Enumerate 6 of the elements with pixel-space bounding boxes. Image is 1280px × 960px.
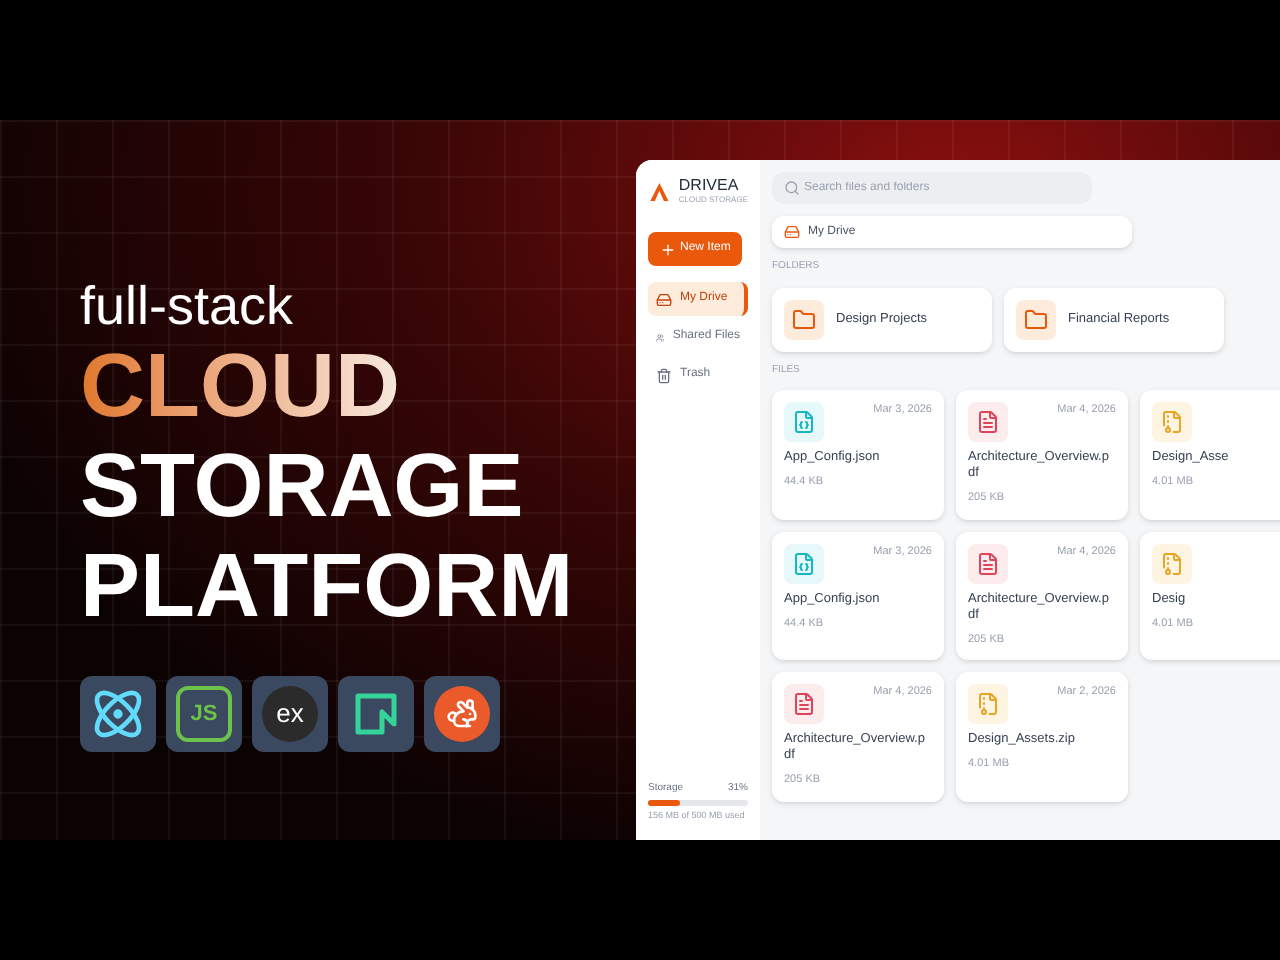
hexagon-logo: JS: [176, 686, 232, 742]
headline-kicker: full-stack: [80, 276, 296, 336]
circle-logo: ex: [262, 686, 318, 742]
brand-name: DRIVEA: [678, 178, 741, 194]
headline-line: STORAGE: [80, 436, 524, 536]
headline-line: PLATFORM: [80, 536, 574, 636]
